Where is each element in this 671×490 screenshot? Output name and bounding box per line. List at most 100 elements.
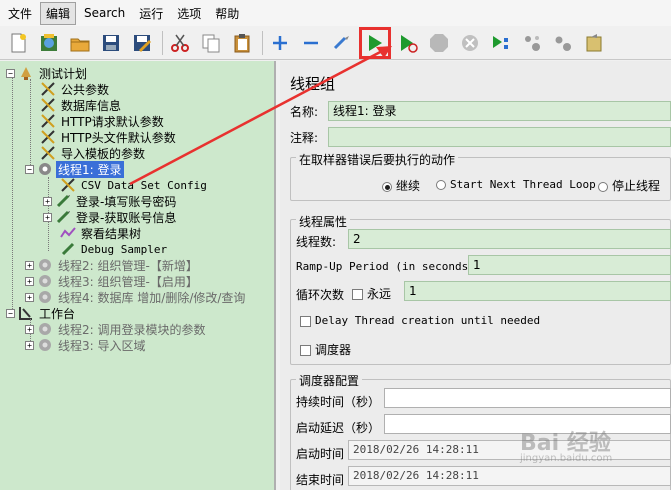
comment-field[interactable] [328,127,671,147]
wrench-scissors-icon [40,113,56,129]
menu-help[interactable]: 帮助 [209,2,245,25]
radio-dot [436,180,446,190]
radio-label: 继续 [396,179,421,193]
end-time-field[interactable]: 2018/02/26 14:28:11 [348,466,671,486]
error-action-legend: 在取样器错误后要执行的动作 [296,151,459,168]
open-icon[interactable] [66,29,94,57]
menu-edit[interactable]: 编辑 [40,1,77,25]
tree-label: CSV Data Set Config [81,178,207,192]
expand-toggle[interactable]: + [43,196,52,206]
tree-label: 察看结果树 [81,226,142,241]
collapse-toggle[interactable]: − [25,164,34,174]
start-time-label: 启动时间 [296,447,345,461]
tree-node-thread-2[interactable]: + 线程2: 组织管理-【新增】 [25,257,200,273]
toggle-icon[interactable] [328,29,356,57]
thread-gear-icon [37,257,53,273]
new-file-icon[interactable] [4,29,32,57]
name-label: 名称: [290,105,319,119]
tree-node-listener[interactable]: 察看结果树 [60,225,143,241]
copy-icon[interactable] [197,29,225,57]
collapse-toggle[interactable]: − [6,68,15,78]
tree-node-config[interactable]: 数据库信息 [40,97,123,113]
tree-node-test-plan[interactable]: − 测试计划 [6,65,89,81]
wrench-scissors-icon [40,81,56,97]
tree-label: 导入模板的参数 [61,146,146,161]
tree-label: 线程4: 数据库 增加/删除/修改/查询 [58,290,246,305]
cut-icon[interactable] [166,29,194,57]
paste-icon[interactable] [228,29,256,57]
tree-node-sampler[interactable]: + 登录-获取账号信息 [43,209,178,225]
watermark: Bai 经验 jingyan.baidu.com [520,425,612,464]
expand-toggle[interactable]: + [25,260,34,270]
forever-checkbox[interactable]: 永远 [352,285,391,302]
tree-node-thread-1[interactable]: − 线程1: 登录 [25,160,124,178]
tree-label: 线程3: 组织管理-【启用】 [58,274,198,289]
menu-search[interactable]: Search [78,3,131,23]
save-as-icon[interactable] [128,29,156,57]
templates-icon[interactable] [35,29,63,57]
watermark-sub: jingyan.baidu.com [520,453,613,464]
checkbox-label: 调度器 [315,343,352,357]
expand-toggle[interactable]: + [25,324,34,334]
radio-label: Start Next Thread Loop [450,178,596,191]
tree-label: 登录-获取账号信息 [76,210,177,225]
expand-icon[interactable] [266,29,294,57]
tree-node-csv[interactable]: CSV Data Set Config [60,177,209,193]
tree-node-thread-4[interactable]: + 线程4: 数据库 增加/删除/修改/查询 [25,289,247,305]
tree-label: HTTP请求默认参数 [61,114,164,129]
start-icon[interactable] [359,26,391,59]
remote-start-icon[interactable] [487,29,515,57]
radio-stop-thread[interactable]: 停止线程 [598,177,660,194]
rampup-label: Ramp-Up Period (in seconds): [296,260,482,273]
expand-toggle[interactable]: + [25,292,34,302]
tree-node-debug[interactable]: Debug Sampler [60,241,169,257]
clear-all-icon[interactable] [549,29,577,57]
wrench-scissors-icon [40,129,56,145]
tree-node-thread-3[interactable]: + 线程3: 组织管理-【启用】 [25,273,200,289]
start-no-pause-icon[interactable] [394,29,422,57]
tree-node-config[interactable]: 公共参数 [40,81,111,97]
radio-label: 停止线程 [612,179,661,193]
wrench-scissors-icon [40,145,56,161]
expand-toggle[interactable]: + [25,276,34,286]
checkbox-label: Delay Thread creation until needed [315,314,541,327]
tree-node-wb-thread-2[interactable]: + 线程2: 调用登录模块的参数 [25,321,208,337]
tree-connector [30,79,31,171]
thread-gear-icon [37,161,53,177]
function-helper-icon[interactable] [580,29,608,57]
start-time-field[interactable]: 2018/02/26 14:28:11 [348,440,671,460]
tree-node-config[interactable]: 导入模板的参数 [40,145,147,161]
loop-count-label: 循环次数 [296,288,345,302]
collapse-toggle[interactable]: − [6,308,15,318]
expand-toggle[interactable]: + [43,212,52,222]
menu-run[interactable]: 运行 [133,2,169,25]
menu-options[interactable]: 选项 [171,2,207,25]
tree-node-config[interactable]: HTTP头文件默认参数 [40,129,178,145]
name-field[interactable]: 线程1: 登录 [328,101,671,121]
delay-creation-checkbox[interactable]: Delay Thread creation until needed [300,314,540,327]
tree-node-config[interactable]: HTTP请求默认参数 [40,113,166,129]
toolbar-separator [162,30,163,55]
radio-start-next-loop[interactable]: Start Next Thread Loop [436,178,596,191]
tree-connector [12,73,13,313]
tree-node-sampler[interactable]: + 登录-填写账号密码 [43,193,178,209]
menu-file[interactable]: 文件 [2,2,38,25]
tree-node-wb-thread-3[interactable]: + 线程3: 导入区域 [25,337,148,353]
rampup-field[interactable]: 1 [468,255,671,275]
expand-toggle[interactable]: + [25,340,34,350]
threads-field[interactable]: 2 [348,229,671,249]
duration-field[interactable] [384,388,671,408]
test-plan-tree[interactable]: − 测试计划 公共参数 数据库信息 HTTP请求默认参数 HTTP头文件默认参数… [0,61,276,490]
shutdown-icon[interactable] [456,29,484,57]
stop-icon[interactable] [425,29,453,57]
test-plan-icon [18,65,34,81]
tree-node-workbench[interactable]: − 工作台 [6,305,77,321]
end-time-label: 结束时间 [296,473,345,487]
collapse-icon[interactable] [297,29,325,57]
loop-count-field[interactable]: 1 [404,281,671,301]
radio-continue[interactable]: 继续 [382,177,420,194]
thread-gear-icon [37,321,53,337]
save-icon[interactable] [97,29,125,57]
scheduler-checkbox[interactable]: 调度器 [300,341,351,358]
clear-icon[interactable] [518,29,546,57]
